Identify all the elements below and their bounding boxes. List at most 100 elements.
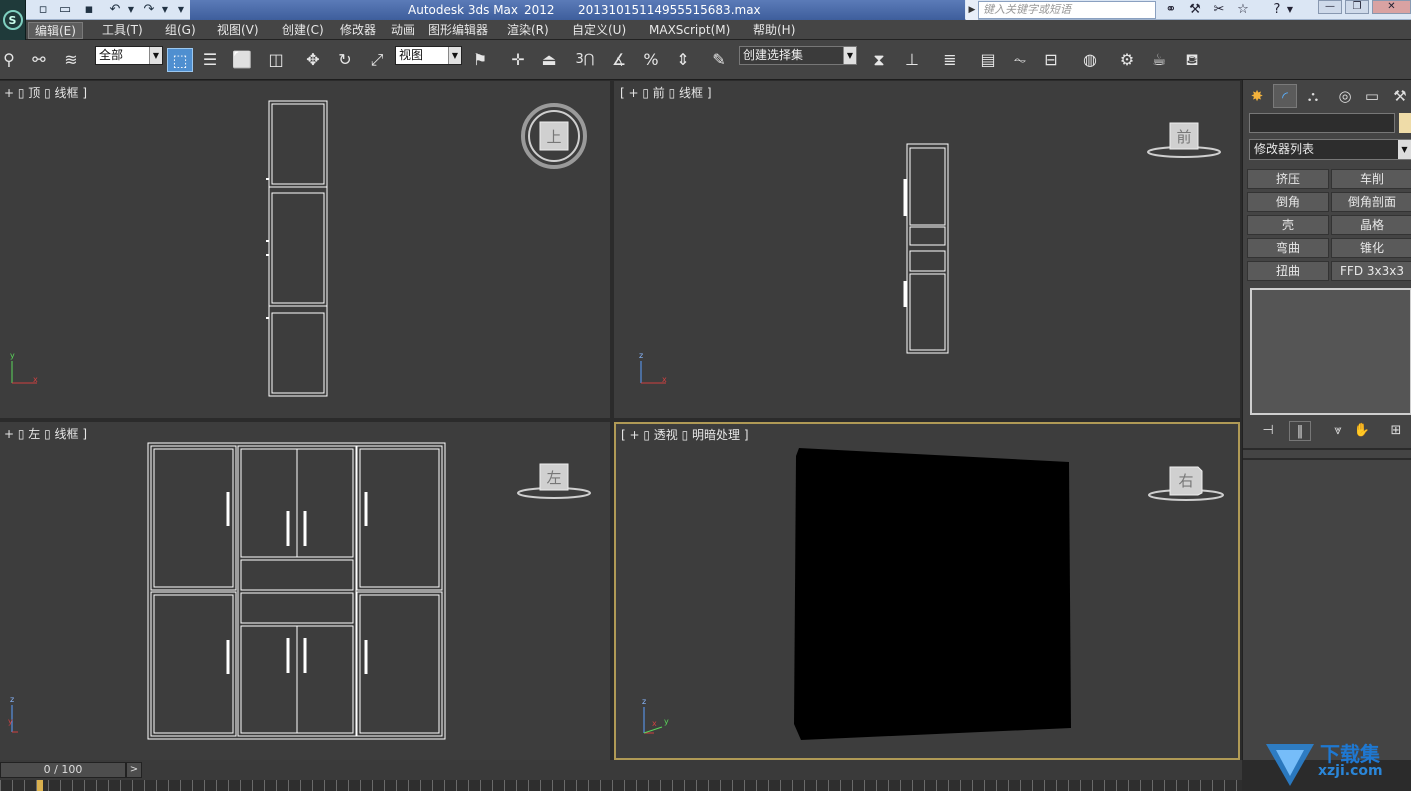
modifier-extrude-button[interactable]: 挤压: [1247, 169, 1329, 189]
customize-quick-access-icon[interactable]: ▼: [172, 1, 190, 18]
select-and-rotate-icon[interactable]: ↻: [332, 48, 358, 72]
named-selection-dropdown[interactable]: 创建选择集 ▼: [739, 46, 857, 65]
menu-graph-editors[interactable]: 图形编辑器: [422, 22, 494, 39]
close-button[interactable]: ✕: [1372, 0, 1411, 14]
configure-modifier-sets-icon[interactable]: ⊞: [1385, 421, 1407, 441]
menu-views[interactable]: 视图(V): [211, 22, 265, 39]
next-frame-button[interactable]: >: [126, 762, 142, 778]
axis-gizmo: y x: [9, 351, 39, 386]
pivot-center-icon[interactable]: ⚑: [467, 48, 493, 72]
modifier-bevel-profile-button[interactable]: 倒角剖面: [1331, 192, 1411, 212]
display-tab-icon[interactable]: ▭: [1360, 84, 1384, 108]
modifier-bevel-button[interactable]: 倒角: [1247, 192, 1329, 212]
modifier-list-dropdown[interactable]: 修改器列表 ▼: [1249, 139, 1411, 160]
select-and-link-icon[interactable]: ⚲: [0, 48, 22, 72]
search-input[interactable]: 键入关键字或短语: [978, 1, 1156, 19]
new-file-icon[interactable]: ▫: [34, 1, 52, 18]
help-dropdown-icon[interactable]: ▼: [1284, 0, 1296, 20]
mirror-icon[interactable]: ⧗: [866, 48, 892, 72]
viewport-top[interactable]: + ▯ 顶 ▯ 线框 ] 上 y x: [0, 81, 610, 418]
modifier-twist-button[interactable]: 扭曲: [1247, 261, 1329, 281]
modifier-lattice-button[interactable]: 晶格: [1331, 215, 1411, 235]
curve-editor-icon[interactable]: ⏦: [1007, 48, 1033, 72]
reference-coordinate-dropdown[interactable]: 视图 ▼: [395, 46, 462, 65]
search-expand-icon[interactable]: ▶: [966, 0, 978, 20]
unlink-selection-icon[interactable]: ⚯: [26, 48, 52, 72]
select-and-move-icon[interactable]: ✥: [300, 48, 326, 72]
modify-tab-icon[interactable]: ◜: [1273, 84, 1297, 108]
modifier-shell-button[interactable]: 壳: [1247, 215, 1329, 235]
render-setup-icon[interactable]: ⚙: [1114, 48, 1140, 72]
bind-space-warp-icon[interactable]: ≋: [58, 48, 84, 72]
select-manipulate-icon[interactable]: ✛: [505, 48, 531, 72]
object-color-swatch[interactable]: [1399, 113, 1411, 133]
create-tab-icon[interactable]: ✸: [1245, 84, 1269, 108]
utilities-tab-icon[interactable]: ⚒: [1388, 84, 1411, 108]
modifier-bend-button[interactable]: 弯曲: [1247, 238, 1329, 258]
viewport-left[interactable]: + ▯ 左 ▯ 线框 ] 左 z y: [0, 422, 610, 760]
show-end-result-icon[interactable]: ‖: [1289, 421, 1311, 441]
hierarchy-tab-icon[interactable]: ⛬: [1301, 84, 1325, 108]
select-and-scale-icon[interactable]: ⤢: [364, 48, 390, 72]
select-by-name-icon[interactable]: ☰: [197, 48, 223, 72]
panel-divider: [1243, 448, 1411, 450]
viewport-front[interactable]: [ + ▯ 前 ▯ 线框 ] 前 z x: [614, 81, 1240, 418]
pin-stack-icon[interactable]: ⊣: [1257, 421, 1279, 441]
save-file-icon[interactable]: ▪: [80, 1, 98, 18]
menu-rendering[interactable]: 渲染(R): [501, 22, 555, 39]
watermark-site: xzji.com: [1318, 763, 1383, 779]
percent-snap-icon[interactable]: %: [638, 48, 664, 72]
maximize-button[interactable]: ❐: [1345, 0, 1369, 14]
schematic-view-icon[interactable]: ⊟: [1038, 48, 1064, 72]
modifier-stack-view[interactable]: [1250, 288, 1411, 415]
graphite-ribbon-icon[interactable]: ▤: [975, 48, 1001, 72]
edit-named-selection-icon[interactable]: ✎: [706, 48, 732, 72]
viewcube-left[interactable]: 左: [516, 460, 592, 500]
rendered-frame-window-icon[interactable]: ☕: [1146, 48, 1172, 72]
selection-filter-dropdown[interactable]: 全部 ▼: [95, 46, 163, 65]
spinner-snap-icon[interactable]: ⇕: [670, 48, 696, 72]
render-production-icon[interactable]: ⛾: [1179, 48, 1205, 72]
viewcube-perspective[interactable]: 右: [1146, 461, 1226, 501]
angle-snap-icon[interactable]: ∡: [606, 48, 632, 72]
menu-create[interactable]: 创建(C): [276, 22, 330, 39]
menu-tools[interactable]: 工具(T): [96, 22, 149, 39]
menu-edit[interactable]: 编辑(E): [28, 22, 83, 39]
motion-tab-icon[interactable]: ◎: [1333, 84, 1357, 108]
menu-bar: 编辑(E) 工具(T) 组(G) 视图(V) 创建(C) 修改器 动画 图形编辑…: [26, 20, 1411, 40]
menu-maxscript[interactable]: MAXScript(M): [643, 22, 736, 39]
communication-icon[interactable]: ✂: [1208, 0, 1230, 20]
layer-manager-icon[interactable]: ≣: [937, 48, 963, 72]
menu-help[interactable]: 帮助(H): [747, 22, 801, 39]
binoculars-icon[interactable]: ⚭: [1160, 0, 1182, 20]
material-editor-icon[interactable]: ◍: [1077, 48, 1103, 72]
undo-dropdown-icon[interactable]: ▼: [122, 1, 140, 18]
modifier-taper-button[interactable]: 锥化: [1331, 238, 1411, 258]
remove-modifier-icon[interactable]: ✋: [1351, 421, 1373, 441]
window-crossing-icon[interactable]: ◫: [263, 48, 289, 72]
track-bar[interactable]: [0, 780, 1242, 791]
application-menu-button[interactable]: S: [0, 0, 26, 40]
time-slider-thumb[interactable]: [37, 780, 43, 791]
object-name-input[interactable]: [1249, 113, 1395, 133]
menu-customize[interactable]: 自定义(U): [566, 22, 632, 39]
subscription-icon[interactable]: ⚒: [1184, 0, 1206, 20]
viewport-perspective[interactable]: [ + ▯ 透视 ▯ 明暗处理 ] 右 z x y: [614, 422, 1240, 760]
viewcube-top[interactable]: 上: [519, 101, 589, 171]
make-unique-icon[interactable]: ⩔: [1327, 421, 1349, 441]
menu-group[interactable]: 组(G): [159, 22, 202, 39]
align-icon[interactable]: ⊥: [899, 48, 925, 72]
menu-modifiers[interactable]: 修改器: [334, 22, 382, 39]
keyboard-shortcut-override-icon[interactable]: ⏏: [536, 48, 562, 72]
favorites-star-icon[interactable]: ☆: [1232, 0, 1254, 20]
rectangular-selection-icon[interactable]: ⬜: [229, 48, 255, 72]
snaps-toggle-icon[interactable]: 3⋂: [572, 48, 598, 72]
modifier-ffd-button[interactable]: FFD 3x3x3: [1331, 261, 1411, 281]
time-slider[interactable]: 0 / 100: [0, 762, 126, 778]
minimize-button[interactable]: —: [1318, 0, 1342, 14]
menu-animation[interactable]: 动画: [385, 22, 421, 39]
open-file-icon[interactable]: ▭: [56, 1, 74, 18]
select-object-icon[interactable]: ⬚: [167, 48, 193, 72]
modifier-lathe-button[interactable]: 车削: [1331, 169, 1411, 189]
viewcube-front[interactable]: 前: [1146, 119, 1222, 159]
